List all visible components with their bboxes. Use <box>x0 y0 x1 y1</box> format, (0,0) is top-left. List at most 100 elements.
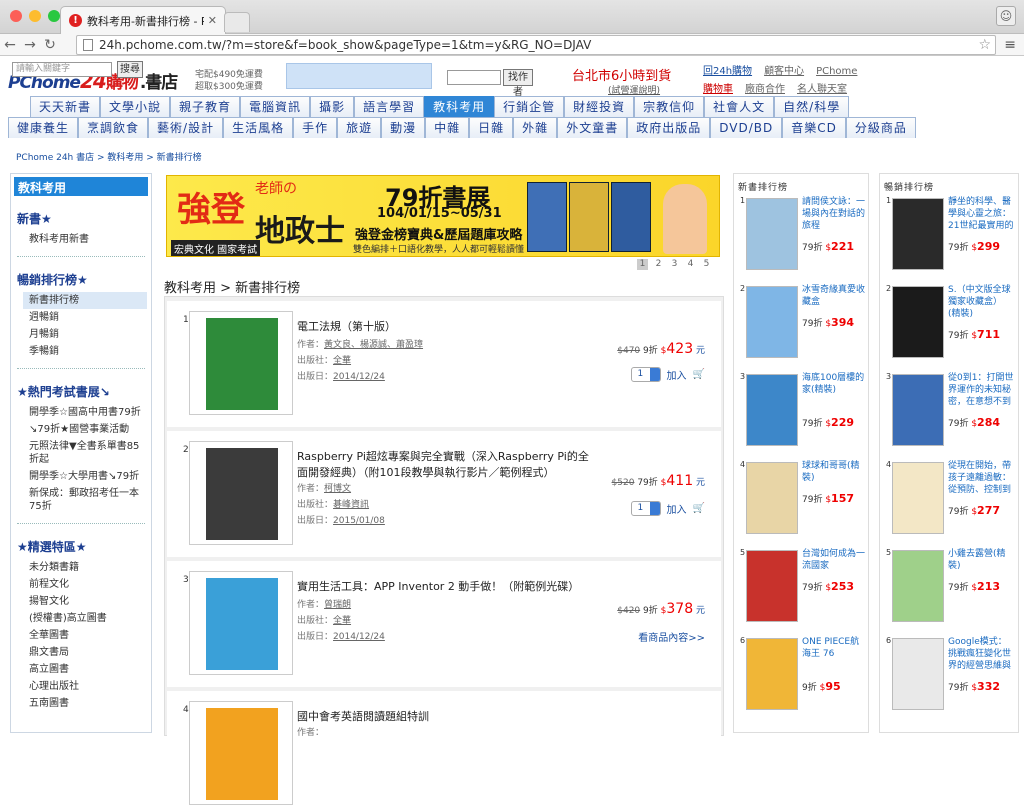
rank-title[interactable]: 請問侯文詠：一場與內在對話的旅程 <box>802 196 868 232</box>
add-to-cart-button[interactable]: 加入 <box>667 501 687 516</box>
rank-title[interactable]: 靜坐的科學、醫學與心靈之旅：21世紀最實用的 <box>948 196 1014 232</box>
rank-title[interactable]: S.（中文版全球獨家收藏盒）(精裝) <box>948 284 1014 320</box>
sidebar-section-title[interactable]: ★熱門考試書展↘ <box>17 383 151 400</box>
maximize-window-icon[interactable] <box>48 10 60 22</box>
meta-link[interactable]: 碁峰資訊 <box>333 500 369 510</box>
product-image[interactable] <box>189 701 293 805</box>
pager-dot[interactable]: 4 <box>685 259 696 270</box>
quantity-select[interactable]: 1 <box>630 501 661 516</box>
rank-title[interactable]: 小雞去露營(精裝) <box>948 548 1014 572</box>
product-image[interactable] <box>189 441 293 545</box>
sidebar-item[interactable]: (授權書)高立圖書 <box>11 610 151 627</box>
search-button[interactable]: 搜尋 <box>117 61 143 78</box>
sidebar-item[interactable]: 未分類書籍 <box>11 559 151 576</box>
sidebar-item[interactable]: 全華圖書 <box>11 627 151 644</box>
category-tab[interactable]: 電腦資訊 <box>240 96 311 117</box>
rank-title[interactable]: 冰雪奇緣真愛收藏盒 <box>802 284 868 308</box>
category-tab[interactable]: 旅遊 <box>337 117 382 138</box>
menu-icon[interactable]: ≡ <box>1004 37 1016 53</box>
category-tab[interactable]: 烹調飲食 <box>78 117 149 138</box>
sidebar-item[interactable]: 五南圖書 <box>11 695 151 712</box>
meta-link[interactable]: 柯博文 <box>324 484 351 494</box>
rank-item[interactable]: 2 S.（中文版全球獨家收藏盒）(精裝) 79折 $711 <box>882 284 1011 370</box>
category-tab[interactable]: 文學小說 <box>100 96 171 117</box>
close-window-icon[interactable] <box>10 10 22 22</box>
rank-item[interactable]: 3 從0到1：打開世界運作的未知秘密，在意想不到 79折 $284 <box>882 372 1013 458</box>
sidebar-item[interactable]: 開學季☆大學用書↘79折 <box>11 468 151 485</box>
rank-cover-image[interactable] <box>892 374 944 446</box>
product-title[interactable]: 實用生活工具：APP Inventor 2 動手做！（附範例光碟） <box>297 579 597 595</box>
category-tab[interactable]: 藝術/設計 <box>148 117 224 138</box>
search-input[interactable]: 請輸入關鍵字 <box>12 62 112 77</box>
browser-tab[interactable]: ! 教科考用-新書排行榜 - PCho ✕ <box>60 6 226 34</box>
product-image[interactable] <box>189 571 293 675</box>
category-tab[interactable]: 手作 <box>293 117 338 138</box>
product-title[interactable]: 國中會考英語閱讀題組特訓 <box>297 709 597 725</box>
category-tab[interactable]: 社會人文 <box>704 96 775 117</box>
pager-dot[interactable]: 3 <box>669 259 680 270</box>
author-search-input[interactable] <box>447 70 501 85</box>
rank-cover-image[interactable] <box>892 462 944 534</box>
category-tab[interactable]: 親子教育 <box>170 96 241 117</box>
rank-item[interactable]: 6 Google模式：挑戰瘋狂變化世界的經營思維與 79折 $332 <box>882 636 1011 722</box>
product-title[interactable]: Raspberry Pi超炫專案與完全實戰（深入Raspberry Pi的全面開… <box>297 449 597 481</box>
back-icon[interactable]: ← <box>0 37 20 53</box>
address-bar[interactable]: 24h.pchome.com.tw/?m=store&f=book_show&p… <box>76 35 996 55</box>
category-tab[interactable]: 宗教信仰 <box>634 96 705 117</box>
minimize-window-icon[interactable] <box>29 10 41 22</box>
category-tab[interactable]: 攝影 <box>310 96 355 117</box>
rank-item[interactable]: 4 從現在開始，帶孩子遠離過敏：從預防、控制到 79折 $277 <box>882 460 1011 546</box>
rank-cover-image[interactable] <box>746 462 798 534</box>
link-24h[interactable]: 回24h購物 <box>703 63 752 81</box>
category-tab[interactable]: 天天新書 <box>30 96 101 117</box>
category-tab[interactable]: 日雜 <box>469 117 514 138</box>
category-tab[interactable]: 生活風格 <box>223 117 294 138</box>
sidebar-section-title[interactable]: ★精選特區★ <box>17 538 151 555</box>
category-tab[interactable]: DVD/BD <box>710 117 783 138</box>
rank-cover-image[interactable] <box>892 286 944 358</box>
rank-title[interactable]: 球球和哥哥(精裝) <box>802 460 868 484</box>
category-tab[interactable]: 財經投資 <box>564 96 635 117</box>
pager-dot[interactable]: 2 <box>653 259 664 270</box>
rank-item[interactable]: 1 靜坐的科學、醫學與心靈之旅：21世紀最實用的 79折 $299 <box>882 196 1013 282</box>
promo-banner[interactable]: 強登 老師の 地政士 79折書展 104/01/15~05/31 強登金榜寶典&… <box>166 175 720 257</box>
rank-cover-image[interactable] <box>892 550 944 622</box>
rank-item[interactable]: 5 小雞去露營(精裝) 79折 $213 <box>882 548 1010 634</box>
sidebar-item[interactable]: 前程文化 <box>11 576 151 593</box>
forward-icon[interactable]: → <box>20 37 40 53</box>
promo-text[interactable]: 台北市6小時到貨 <box>572 65 671 84</box>
rank-cover-image[interactable] <box>746 374 798 446</box>
rank-item[interactable]: 4 球球和哥哥(精裝) 79折 $157 <box>736 460 864 546</box>
category-tab[interactable]: 分級商品 <box>845 117 916 138</box>
sidebar-section-title[interactable]: 暢銷排行榜★ <box>17 271 151 288</box>
rank-item[interactable]: 2 冰雪奇緣真愛收藏盒 79折 $394 <box>736 284 865 370</box>
category-tab[interactable]: 外文童書 <box>557 117 628 138</box>
rank-title[interactable]: Google模式：挑戰瘋狂變化世界的經營思維與 <box>948 636 1014 672</box>
rank-cover-image[interactable] <box>746 550 798 622</box>
rank-cover-image[interactable] <box>892 638 944 710</box>
new-tab-button[interactable] <box>224 12 250 32</box>
link-service[interactable]: 顧客中心 <box>764 63 804 81</box>
pager-dot[interactable]: 5 <box>701 259 712 270</box>
rank-cover-image[interactable] <box>746 198 798 270</box>
sidebar-section-title[interactable]: 新書★ <box>17 210 151 227</box>
rank-cover-image[interactable] <box>746 286 798 358</box>
category-tab[interactable]: 行銷企管 <box>494 96 565 117</box>
category-tab[interactable]: 語言學習 <box>354 96 425 117</box>
pager-dot[interactable]: 1 <box>637 259 648 270</box>
rank-title[interactable]: ONE PIECE航海王 76 <box>802 636 868 660</box>
meta-link[interactable]: 全華 <box>333 616 351 626</box>
sidebar-item[interactable]: 季暢銷 <box>11 343 151 360</box>
sidebar-item[interactable]: 週暢銷 <box>11 309 151 326</box>
rank-cover-image[interactable] <box>892 198 944 270</box>
product-image[interactable] <box>189 311 293 415</box>
category-tab[interactable]: 健康養生 <box>8 117 79 138</box>
sidebar-item[interactable]: 教科考用新書 <box>11 231 151 248</box>
sidebar-item[interactable]: 開學季☆國高中用書79折 <box>11 404 151 421</box>
category-tab[interactable]: 自然/科學 <box>774 96 850 117</box>
reload-icon[interactable]: ↻ <box>40 37 60 53</box>
rank-title[interactable]: 海底100層樓的家(精裝) <box>802 372 868 396</box>
rank-title[interactable]: 從現在開始，帶孩子遠離過敏：從預防、控制到 <box>948 460 1014 496</box>
profile-icon[interactable]: ☺ <box>996 6 1016 26</box>
close-tab-icon[interactable]: ✕ <box>208 14 217 27</box>
